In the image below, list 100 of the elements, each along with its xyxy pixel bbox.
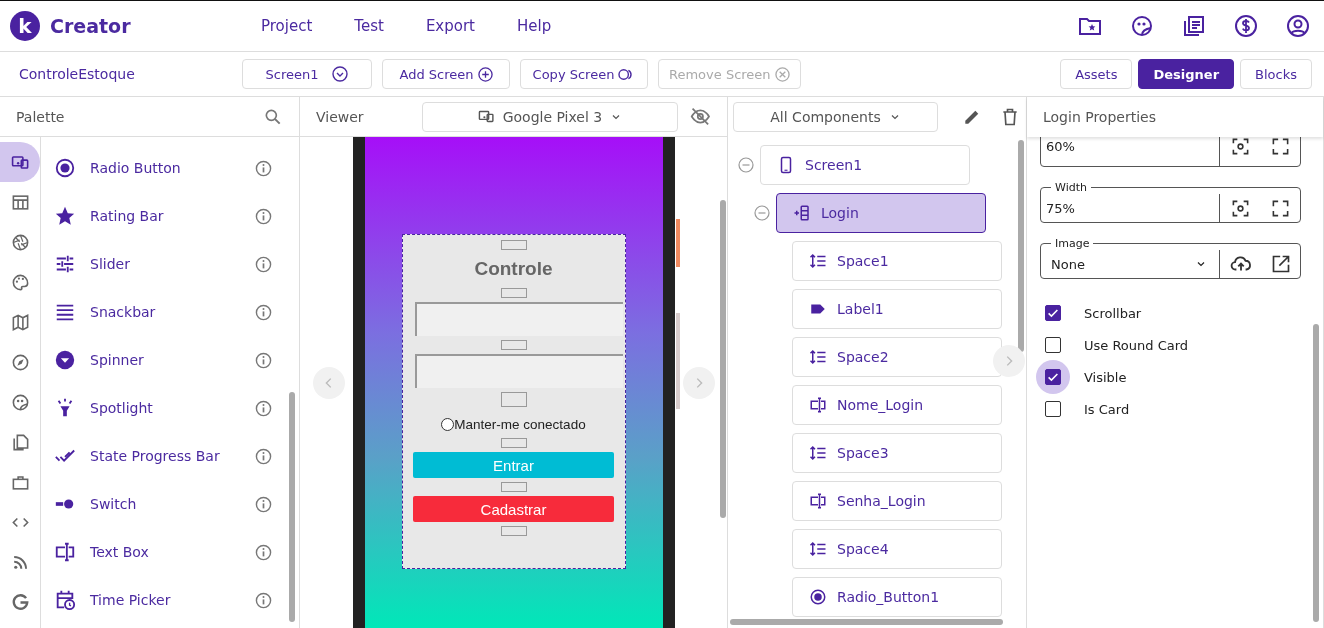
line-spacing-icon — [809, 444, 827, 462]
size-field[interactable]: Width 75% — [1040, 181, 1301, 223]
collapse-icon[interactable] — [738, 157, 754, 173]
add-column-icon — [793, 204, 811, 222]
panel-title: Palette — [16, 108, 65, 125]
app-button[interactable]: Cadastrar — [413, 496, 614, 522]
info-icon[interactable] — [255, 207, 272, 225]
size-field[interactable]: 60% — [1040, 137, 1301, 167]
map-icon — [10, 312, 30, 332]
component-tree-item[interactable]: Screen1 — [760, 145, 970, 185]
menu-item[interactable]: Export — [415, 13, 485, 39]
palette-item[interactable]: Spotlight — [90, 400, 255, 416]
component-tree-item[interactable]: Radio_Button1 — [792, 577, 1002, 617]
panel-title: Viewer — [316, 108, 364, 125]
space-placeholder[interactable] — [500, 392, 527, 407]
image-select-field[interactable]: Image None — [1040, 237, 1301, 279]
focus-icon[interactable] — [1230, 137, 1250, 156]
eye-off-icon[interactable] — [690, 106, 711, 127]
fullscreen-icon[interactable] — [1270, 137, 1290, 156]
menu-item[interactable]: Help — [507, 13, 562, 39]
menu-item[interactable]: Project — [251, 13, 323, 39]
info-icon[interactable] — [255, 447, 272, 465]
text-input[interactable] — [414, 302, 623, 336]
text-input[interactable] — [414, 354, 623, 388]
space-placeholder[interactable] — [500, 240, 527, 250]
dollar-icon[interactable] — [1234, 14, 1258, 38]
scrollbar[interactable] — [720, 200, 726, 518]
scrollbar[interactable] — [730, 619, 1003, 625]
project-name: ControleEstoque — [19, 66, 136, 82]
info-icon[interactable] — [255, 303, 272, 321]
info-icon[interactable] — [255, 255, 272, 273]
palette-item[interactable]: Rating Bar — [90, 208, 255, 224]
info-icon[interactable] — [255, 159, 272, 177]
palette-item[interactable]: Time Picker — [90, 592, 255, 608]
info-icon[interactable] — [255, 351, 272, 369]
focus-icon[interactable] — [1230, 198, 1250, 218]
scrollbar[interactable] — [289, 392, 295, 622]
palette-item[interactable]: State Progress Bar — [90, 448, 255, 464]
checkbox[interactable] — [1045, 401, 1061, 417]
app-name: Creator — [50, 15, 131, 37]
screen-selector[interactable]: Screen1 — [242, 59, 372, 89]
component-tree-item[interactable]: Space3 — [792, 433, 1002, 473]
screen-action-button[interactable]: Add Screen — [382, 59, 510, 89]
space-placeholder[interactable] — [500, 482, 527, 492]
copy-icon — [10, 432, 30, 452]
palette-item[interactable]: Switch — [90, 496, 255, 512]
palette-item[interactable]: Text Box — [90, 544, 255, 560]
text-box-icon — [809, 396, 827, 414]
info-icon[interactable] — [255, 399, 272, 417]
palette-item[interactable]: Radio Button — [90, 160, 255, 176]
components-filter-dropdown[interactable]: All Components — [733, 102, 938, 132]
star-icon — [54, 205, 76, 227]
menu-item[interactable]: Test — [344, 13, 394, 39]
component-tree-item[interactable]: Space1 — [792, 241, 1002, 281]
component-tree-item[interactable]: Senha_Login — [792, 481, 1002, 521]
checkbox[interactable] — [1045, 369, 1061, 385]
component-tree-item[interactable]: Login — [776, 193, 986, 233]
trash-icon[interactable] — [1000, 107, 1020, 127]
component-tree-item[interactable]: Space2 — [792, 337, 1002, 377]
info-icon[interactable] — [255, 543, 272, 561]
open-external-icon[interactable] — [1270, 254, 1291, 274]
checkbox[interactable] — [1045, 337, 1061, 353]
plus-circle-icon — [477, 66, 493, 82]
device-dropdown[interactable]: Google Pixel 3 — [421, 101, 679, 132]
palette-item[interactable]: Snackbar — [90, 304, 255, 320]
account-icon[interactable] — [1286, 14, 1310, 38]
palette-item[interactable]: Spinner — [90, 352, 255, 368]
palette-category-tab[interactable] — [0, 142, 40, 182]
field-label: Image — [1054, 237, 1091, 250]
component-tree-item[interactable]: Label1 — [792, 289, 1002, 329]
radio-button[interactable] — [441, 418, 455, 431]
view-tab[interactable]: Blocks — [1240, 59, 1312, 89]
scrollbar[interactable] — [1018, 140, 1024, 352]
radio-button-icon — [54, 157, 76, 179]
checkbox[interactable] — [1045, 305, 1061, 321]
space-placeholder[interactable] — [500, 288, 527, 298]
fullscreen-icon[interactable] — [1270, 198, 1290, 218]
face-icon[interactable] — [1130, 14, 1154, 38]
checkbox-label: Visible — [1084, 369, 1127, 385]
dropdown-circle-icon — [54, 349, 76, 371]
space-placeholder[interactable] — [500, 438, 527, 448]
text-box-icon — [54, 541, 76, 563]
calendar-clock-icon — [54, 589, 76, 611]
view-tab[interactable]: Assets — [1060, 59, 1133, 89]
space-placeholder[interactable] — [500, 526, 527, 536]
scrollbar[interactable] — [1313, 324, 1319, 622]
component-tree-item[interactable]: Nome_Login — [792, 385, 1002, 425]
screen-action-button[interactable]: Copy Screen — [520, 59, 648, 89]
collapse-icon[interactable] — [754, 205, 770, 221]
document-stack-icon[interactable] — [1182, 14, 1206, 38]
field-value: 60% — [1046, 138, 1075, 154]
login-arrangement[interactable]: Controle Manter-me conectado Entrar Cadastrar — [401, 234, 626, 569]
component-tree-item[interactable]: Space4 — [792, 529, 1002, 569]
palette-item[interactable]: Slider — [90, 256, 255, 272]
view-tab[interactable]: Designer — [1138, 59, 1235, 89]
info-icon[interactable] — [255, 495, 272, 513]
checkbox-label: Scrollbar — [1084, 305, 1142, 321]
space-placeholder[interactable] — [500, 340, 527, 350]
face-icon — [10, 392, 30, 412]
info-icon[interactable] — [255, 591, 272, 609]
